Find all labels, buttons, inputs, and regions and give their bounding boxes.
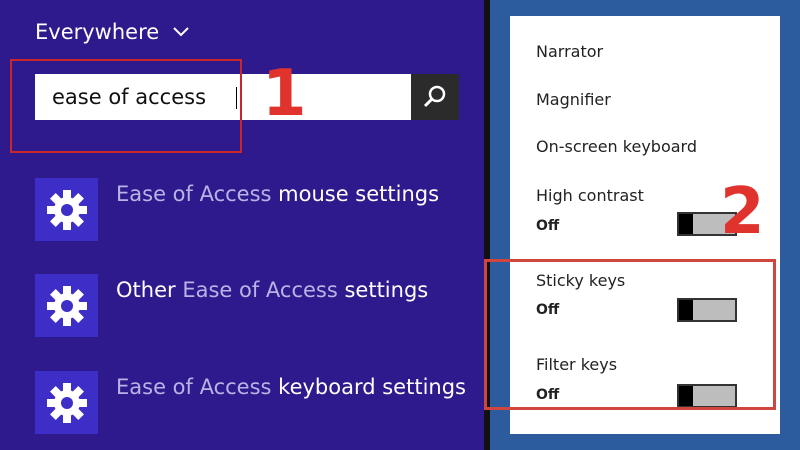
search-scope-label: Everywhere: [35, 20, 160, 44]
search-icon: [423, 85, 446, 108]
result-label: Other Ease of Access settings: [116, 278, 429, 302]
result-tile: [35, 178, 98, 241]
annotation-box-2: [484, 259, 776, 410]
onscreen-keyboard-option[interactable]: On-screen keyboard: [536, 137, 697, 156]
annotation-number-2: 2: [720, 175, 765, 249]
annotation-number-1: 1: [262, 57, 307, 131]
toggle-knob: [679, 214, 693, 234]
chevron-down-icon: [173, 27, 189, 37]
annotation-box-1: [10, 59, 242, 153]
result-mouse-settings[interactable]: Ease of Access mouse settings: [35, 178, 475, 241]
gear-icon: [46, 189, 87, 230]
search-button[interactable]: [411, 74, 459, 120]
highlight-text: Ease of Access: [182, 278, 338, 302]
search-scope-dropdown[interactable]: Everywhere: [35, 20, 189, 44]
result-other-settings[interactable]: Other Ease of Access settings: [35, 274, 475, 337]
gear-icon: [46, 382, 87, 423]
highlight-text: Ease of Access: [116, 182, 272, 206]
narrator-option[interactable]: Narrator: [536, 42, 603, 61]
result-tile: [35, 371, 98, 434]
result-keyboard-settings[interactable]: Ease of Access keyboard settings: [35, 371, 475, 434]
result-tile: [35, 274, 98, 337]
magnifier-option[interactable]: Magnifier: [536, 90, 611, 109]
gear-icon: [46, 285, 87, 326]
highlight-text: Ease of Access: [116, 375, 272, 399]
result-label: Ease of Access mouse settings: [116, 182, 440, 206]
high-contrast-label: High contrast: [536, 186, 644, 205]
high-contrast-state: Off: [536, 218, 560, 234]
result-label: Ease of Access keyboard settings: [116, 375, 466, 399]
